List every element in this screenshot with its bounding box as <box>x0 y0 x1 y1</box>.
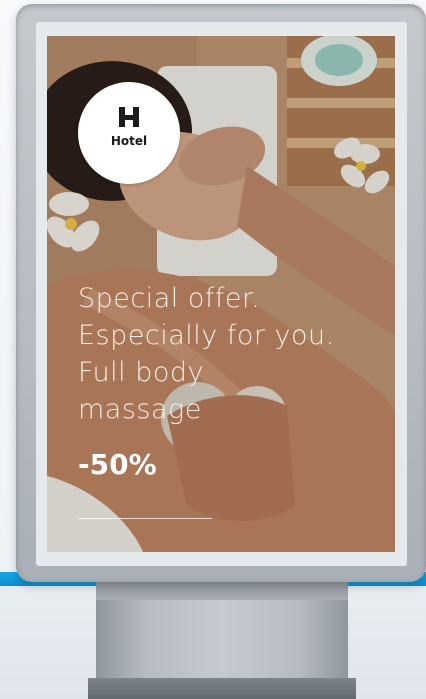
stand-base <box>88 678 356 699</box>
offer-headline: Special offer. Especially for you. Full … <box>78 280 388 428</box>
headline-line-3: Full body <box>78 357 205 388</box>
hotel-logo: Hotel <box>78 82 180 184</box>
hotel-h-icon <box>119 107 139 127</box>
stand-neck <box>96 582 348 602</box>
logo-text: Hotel <box>110 134 148 148</box>
headline-line-1: Special offer. <box>78 283 261 314</box>
discount-text: -50% <box>78 448 157 481</box>
divider-line <box>78 518 212 519</box>
headline-line-4: massage <box>78 394 202 425</box>
headline-line-2: Especially for you. <box>78 320 335 351</box>
